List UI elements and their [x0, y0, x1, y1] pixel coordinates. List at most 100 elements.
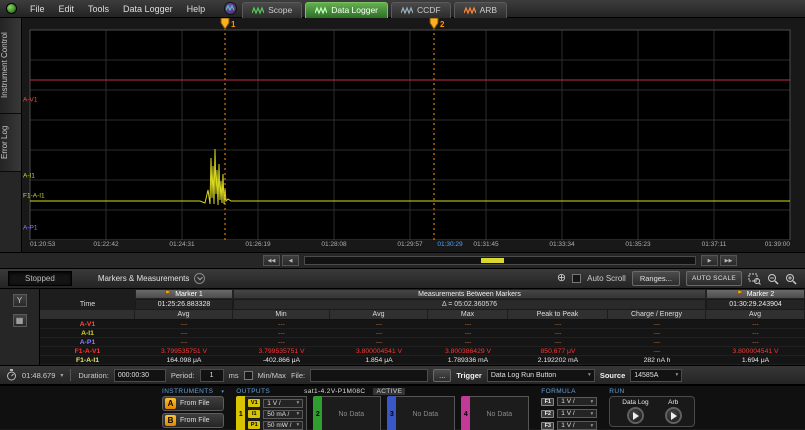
formula-scale-select-f1[interactable]: 1 V /▾ — [557, 397, 597, 406]
tab-label: ARB — [480, 5, 497, 15]
view-selector[interactable]: Markers & Measurements — [98, 273, 206, 284]
duration-input[interactable]: 000:00:30 — [114, 369, 166, 382]
zoom-box-icon[interactable] — [748, 273, 761, 285]
view-tabs: ScopeData LoggerCCDF ARB — [242, 0, 507, 18]
pan-tool-icon[interactable]: ⊕ — [557, 273, 566, 284]
trigger-select[interactable]: Data Log Run Button▾ — [487, 369, 595, 382]
sidebar-tab-instrument-control[interactable]: Instrument Control — [0, 18, 21, 114]
table-time-row: Time 01:25:26.883328 Δ = 05:02.360576 01… — [40, 299, 805, 310]
output-channel-3: 3No Data — [387, 396, 455, 430]
chart-area[interactable]: 12 01:20:5301:22:4201:24:3101:26:1901:28… — [22, 18, 805, 252]
scope-wave-icon — [252, 6, 264, 15]
ranges-button[interactable]: Ranges... — [632, 271, 680, 286]
between-markers-header: Measurements Between Markers — [233, 289, 706, 299]
menu-help[interactable]: Help — [180, 4, 213, 14]
table-cell: --- — [508, 320, 608, 328]
table-cell: 3.800004541 V — [706, 347, 805, 355]
scale-select-v1[interactable]: 1 V /▾ — [263, 399, 303, 408]
stopwatch-icon — [6, 369, 17, 381]
marker1-time: 01:25:26.883328 — [135, 299, 233, 310]
instrument-a-from-file-button[interactable]: AFrom File — [162, 396, 224, 411]
instrument-source-label: From File — [180, 400, 210, 407]
menu-file[interactable]: File — [23, 4, 52, 14]
scale-select-i1[interactable]: 50 mA /▾ — [263, 410, 303, 419]
table-cell: -402.866 μA — [233, 356, 330, 364]
row-label: A-V1 — [40, 320, 135, 328]
zoom-in-icon[interactable] — [785, 273, 797, 285]
menu-edit[interactable]: Edit — [52, 4, 82, 14]
run-data-log: Data Log — [622, 399, 648, 424]
formula-chip-f3[interactable]: F3 — [541, 422, 554, 430]
chart-scrollbar: ◀◀ ◀ ▶ ▶▶ — [0, 252, 805, 268]
file-input[interactable] — [310, 369, 428, 382]
trace-chip-i1[interactable]: I1 — [248, 410, 260, 418]
table-cell: --- — [608, 338, 706, 346]
sidebar-tab-error-log[interactable]: Error Log — [0, 114, 21, 172]
formula-scale-select-f2[interactable]: 1 V /▾ — [557, 409, 597, 418]
data-log-play-button[interactable] — [627, 407, 644, 424]
scroll-next-button[interactable]: ▶ — [701, 255, 718, 266]
scroll-first-button[interactable]: ◀◀ — [263, 255, 280, 266]
marker-handle-1[interactable] — [221, 18, 229, 29]
period-input[interactable]: 1 — [200, 369, 224, 382]
scroll-view-segment[interactable] — [481, 258, 504, 263]
menu-tools[interactable]: Tools — [81, 4, 116, 14]
app-window: FileEditToolsData LoggerHelp ScopeData L… — [0, 0, 805, 430]
browse-button[interactable]: ... — [433, 369, 451, 382]
formula-chip-f2[interactable]: F2 — [541, 410, 554, 418]
table-cell: --- — [508, 338, 608, 346]
formula-chip-f1[interactable]: F1 — [541, 398, 554, 406]
tab-ccdf[interactable]: CCDF — [391, 2, 451, 18]
auto-scale-button[interactable]: AUTO SCALE — [686, 271, 742, 286]
channel-number-tab[interactable]: 3 — [387, 396, 396, 430]
channel-number-tab[interactable]: 4 — [461, 396, 470, 430]
source-select[interactable]: 14585A▾ — [630, 369, 682, 382]
x-axis-label: 01:33:34 — [549, 241, 574, 248]
marker2-time: 01:30:29.243904 — [706, 299, 805, 310]
instrument-b-from-file-button[interactable]: BFrom File — [162, 413, 224, 428]
run-buttons: Data Log Arb — [609, 396, 694, 427]
table-row-a-v1: A-V1--------------------- — [40, 320, 805, 329]
period-unit-label: ms — [229, 371, 239, 380]
minmax-checkbox[interactable] — [244, 371, 253, 380]
elapsed-caret-icon[interactable]: ▾ — [60, 372, 63, 379]
marker-handle-2[interactable] — [430, 18, 438, 29]
grid-view-button[interactable]: ▦ — [13, 314, 27, 327]
tab-arb[interactable]: ARB — [454, 2, 507, 18]
auto-scroll-checkbox[interactable] — [572, 274, 581, 283]
x-axis-label: 01:26:19 — [245, 241, 270, 248]
marker2-header[interactable]: Marker 2 — [706, 289, 805, 299]
table-cell: --- — [330, 320, 428, 328]
chevron-down-icon[interactable]: ▾ — [221, 389, 224, 395]
formula-f3: F31 V /▾ — [541, 420, 597, 430]
run-button-label: Arb — [668, 399, 678, 406]
row-label: F1-A-V1 — [40, 347, 135, 355]
table-cell: --- — [608, 320, 706, 328]
table-cell: 3.799535751 V — [135, 347, 233, 355]
trace-chip-v1[interactable]: V1 — [248, 399, 260, 407]
tab-scope[interactable]: Scope — [242, 2, 302, 18]
zoom-out-icon[interactable] — [767, 273, 779, 285]
scroll-track[interactable] — [304, 256, 696, 265]
app-logo-icon — [6, 3, 17, 14]
markers-delta: Δ = 05:02.360576 — [233, 299, 706, 310]
instruments-label: INSTRUMENTS — [162, 388, 213, 395]
arb-play-button[interactable] — [665, 407, 682, 424]
formula-scale-select-f3[interactable]: 1 V /▾ — [557, 421, 597, 430]
table-cell: --- — [233, 329, 330, 337]
table-cell: 1.694 μA — [706, 356, 805, 364]
scale-select-p1[interactable]: 50 mW /▾ — [263, 421, 303, 430]
x-axis-label: 01:22:42 — [93, 241, 118, 248]
channel-number-tab[interactable]: 2 — [313, 396, 322, 430]
channel-number-tab[interactable]: 1 — [236, 396, 245, 430]
signals-button[interactable]: Y — [13, 294, 27, 307]
marker1-header[interactable]: Marker 1 — [135, 289, 233, 299]
chevron-down-icon — [194, 273, 205, 284]
play-icon — [633, 412, 639, 420]
scroll-prev-button[interactable]: ◀ — [282, 255, 299, 266]
col-header: Avg — [330, 310, 428, 320]
scroll-last-button[interactable]: ▶▶ — [720, 255, 737, 266]
menu-data-logger[interactable]: Data Logger — [116, 4, 180, 14]
tab-data-logger[interactable]: Data Logger — [305, 2, 388, 18]
trace-chip-p1[interactable]: P1 — [248, 421, 260, 429]
